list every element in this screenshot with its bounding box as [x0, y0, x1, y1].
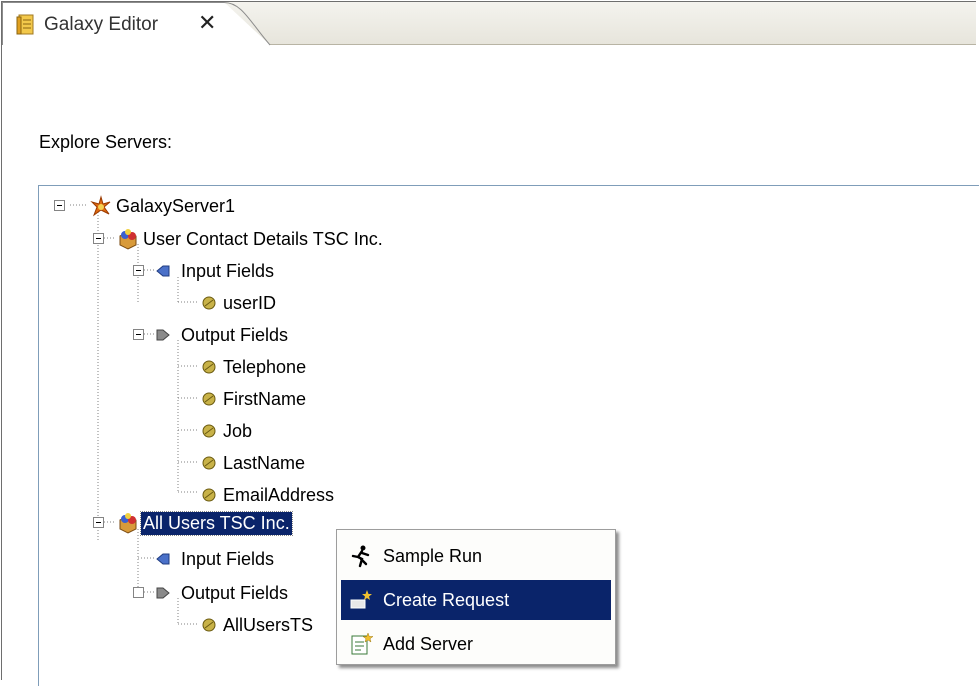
- input-arrow-icon: [156, 553, 170, 565]
- tree-node-label: LastName: [223, 453, 306, 473]
- service-icon: [119, 229, 137, 250]
- menu-item-label: Add Server: [383, 634, 474, 654]
- tree-node-label: Job: [223, 421, 253, 441]
- expand-toggle[interactable]: [133, 587, 144, 598]
- collapse-toggle[interactable]: [133, 265, 144, 276]
- runner-icon: [351, 545, 370, 568]
- tree-node-label: User Contact Details TSC Inc.: [143, 229, 383, 249]
- tree-node-label: Output Fields: [181, 325, 289, 345]
- editor-tab-strip: Galaxy Editor ✕: [2, 2, 976, 46]
- collapse-toggle[interactable]: [93, 517, 104, 528]
- menu-item-label: Sample Run: [383, 546, 483, 566]
- tab-outline: [2, 2, 271, 46]
- field-icon: [202, 296, 216, 310]
- collapse-toggle[interactable]: [93, 233, 104, 244]
- tree-node-label: userID: [223, 293, 277, 313]
- tree-node-label: AllUsersTS: [223, 615, 314, 635]
- tree-node-label: GalaxyServer1: [116, 196, 236, 216]
- menu-item-sample-run[interactable]: Sample Run: [341, 536, 611, 576]
- tree-node-label: EmailAddress: [223, 485, 335, 505]
- tree-node-label: Input Fields: [181, 261, 275, 281]
- collapse-toggle[interactable]: [133, 329, 144, 340]
- field-icon: [202, 618, 216, 632]
- output-arrow-icon: [156, 329, 170, 341]
- menu-item-create-request[interactable]: Create Request: [341, 580, 611, 620]
- tree-node-label: Telephone: [223, 357, 307, 377]
- field-icon: [202, 360, 216, 374]
- field-icon: [202, 424, 216, 438]
- menu-item-add-server[interactable]: Add Server: [341, 624, 611, 664]
- server-icon: [90, 195, 111, 217]
- service-icon: [119, 513, 137, 534]
- add-server-icon: [351, 632, 373, 655]
- field-icon: [202, 456, 216, 470]
- create-request-icon: [350, 590, 372, 609]
- tree-node-label-selected: All Users TSC Inc.: [140, 511, 293, 536]
- tree-node-label: Input Fields: [181, 549, 275, 569]
- output-arrow-icon: [156, 587, 170, 599]
- menu-item-label: Create Request: [383, 590, 510, 610]
- input-arrow-icon: [156, 265, 170, 277]
- field-icon: [202, 392, 216, 406]
- field-icon: [202, 488, 216, 502]
- explore-servers-label: Explore Servers:: [39, 132, 173, 152]
- collapse-toggle[interactable]: [54, 200, 65, 211]
- galaxy-editor-window: Galaxy Editor ✕ Explore Servers: GalaxyS…: [1, 1, 979, 686]
- tree-node-label: FirstName: [223, 389, 307, 409]
- tree-node-label: Output Fields: [181, 583, 289, 603]
- context-menu: Sample Run Create Request Add Server: [336, 529, 616, 665]
